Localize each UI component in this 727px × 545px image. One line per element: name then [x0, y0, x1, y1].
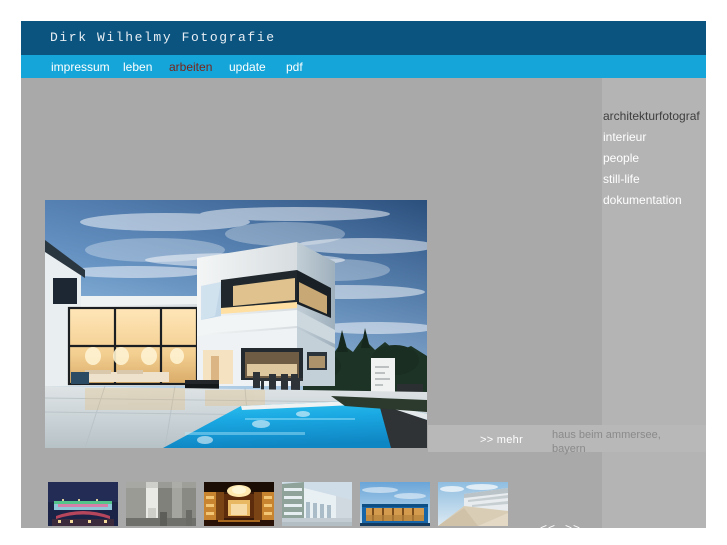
thumbnail-item[interactable] [438, 482, 508, 526]
category-item-still-life[interactable]: still-life [603, 169, 713, 190]
content-stage: architekturfotograf interieur people sti… [21, 78, 706, 535]
thumbnail-item[interactable] [126, 482, 196, 526]
category-item-people[interactable]: people [603, 148, 713, 169]
thumbnail-item[interactable] [204, 482, 274, 526]
caption-line-1: haus beim ammersee, [552, 429, 661, 441]
page-root: Dirk Wilhelmy Fotografie impressum leben… [0, 0, 727, 545]
nav-item-arbeiten[interactable]: arbeiten [169, 60, 212, 74]
category-menu: architekturfotograf interieur people sti… [603, 106, 713, 211]
category-item-dokumentation[interactable]: dokumentation [603, 190, 713, 211]
more-link[interactable]: >> mehr [480, 434, 523, 446]
caption-line-2: bayern [552, 442, 586, 455]
pager-prev-icon[interactable]: << [540, 521, 556, 535]
thumbnail-item[interactable] [360, 482, 430, 526]
nav-item-impressum[interactable]: impressum [51, 60, 110, 74]
thumbnail-pager: << >> [540, 521, 581, 535]
category-item-architekturfotograf[interactable]: architekturfotograf [603, 106, 713, 127]
nav-item-update[interactable]: update [229, 60, 266, 74]
pager-next-icon[interactable]: >> [565, 521, 581, 535]
thumbnail-strip [48, 482, 508, 526]
photo-caption: haus beim ammersee, bayern [552, 426, 702, 456]
photo-caption-band: >> mehr haus beim ammersee, bayern [428, 425, 706, 455]
nav-item-leben[interactable]: leben [123, 60, 152, 74]
site-header: Dirk Wilhelmy Fotografie [21, 21, 706, 55]
thumbnail-item[interactable] [282, 482, 352, 526]
main-photo[interactable] [45, 200, 427, 448]
nav-item-pdf[interactable]: pdf [286, 60, 303, 74]
site-title: Dirk Wilhelmy Fotografie [50, 30, 276, 45]
category-item-interieur[interactable]: interieur [603, 127, 713, 148]
main-navigation: impressum leben arbeiten update pdf [21, 55, 706, 78]
thumbnail-item[interactable] [48, 482, 118, 526]
